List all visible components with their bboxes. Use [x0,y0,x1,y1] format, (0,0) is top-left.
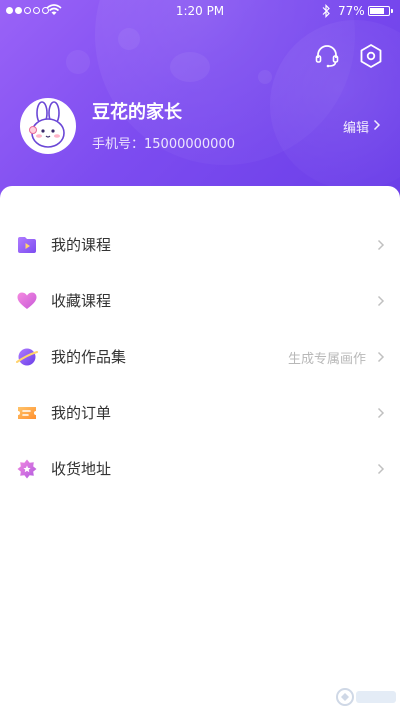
battery-percent: 77% [338,4,365,18]
menu-hint: 生成专属画作 [287,352,366,367]
video-folder-icon [18,237,36,253]
settings-icon[interactable] [358,43,384,69]
watermark-logo [336,688,396,706]
chevron-right-icon [377,463,385,475]
menu-label: 收藏课程 [51,292,112,310]
crater-decoration [258,70,272,84]
heart-icon [17,292,37,309]
customer-service-icon[interactable] [314,43,340,69]
battery-cap [391,9,393,13]
menu-item-my-courses[interactable]: 我的课程 [0,216,400,272]
battery-icon [368,6,390,16]
menu-label: 收货地址 [51,460,112,478]
menu-item-my-portfolio[interactable]: 我的作品集 生成专属画作 [0,328,400,384]
status-bar: 1:20 PM 77% [0,0,400,22]
avatar[interactable] [20,98,76,154]
menu-label: 我的订单 [51,404,112,422]
chevron-right-icon [377,239,385,251]
crater-decoration [170,52,210,82]
star-badge-icon [17,459,37,479]
crater-decoration [66,50,90,74]
menu-label: 我的作品集 [51,348,127,366]
chevron-right-icon[interactable] [373,119,381,131]
menu-item-my-orders[interactable]: 我的订单 [0,384,400,440]
menu-item-shipping-address[interactable]: 收货地址 [0,440,400,496]
planet-icon [16,348,38,366]
profile-header: 1:20 PM 77% 豆花的家长 手机号：15000000000 编辑 [0,0,400,206]
menu-label: 我的课程 [51,236,112,254]
chevron-right-icon [377,351,385,363]
chevron-right-icon [377,295,385,307]
ticket-icon [18,407,36,419]
bunny-avatar-icon [22,100,74,152]
menu-card: 我的课程 收藏课程 我的作品集 生成专属画作 我的订单 收货地址 [0,186,400,711]
edit-profile-link[interactable]: 编辑 [343,117,369,136]
crater-decoration [118,28,140,50]
bluetooth-icon [322,4,330,18]
user-phone: 手机号：15000000000 [92,137,235,152]
user-name: 豆花的家长 [92,102,182,123]
menu-item-favorite-courses[interactable]: 收藏课程 [0,272,400,328]
chevron-right-icon [377,407,385,419]
